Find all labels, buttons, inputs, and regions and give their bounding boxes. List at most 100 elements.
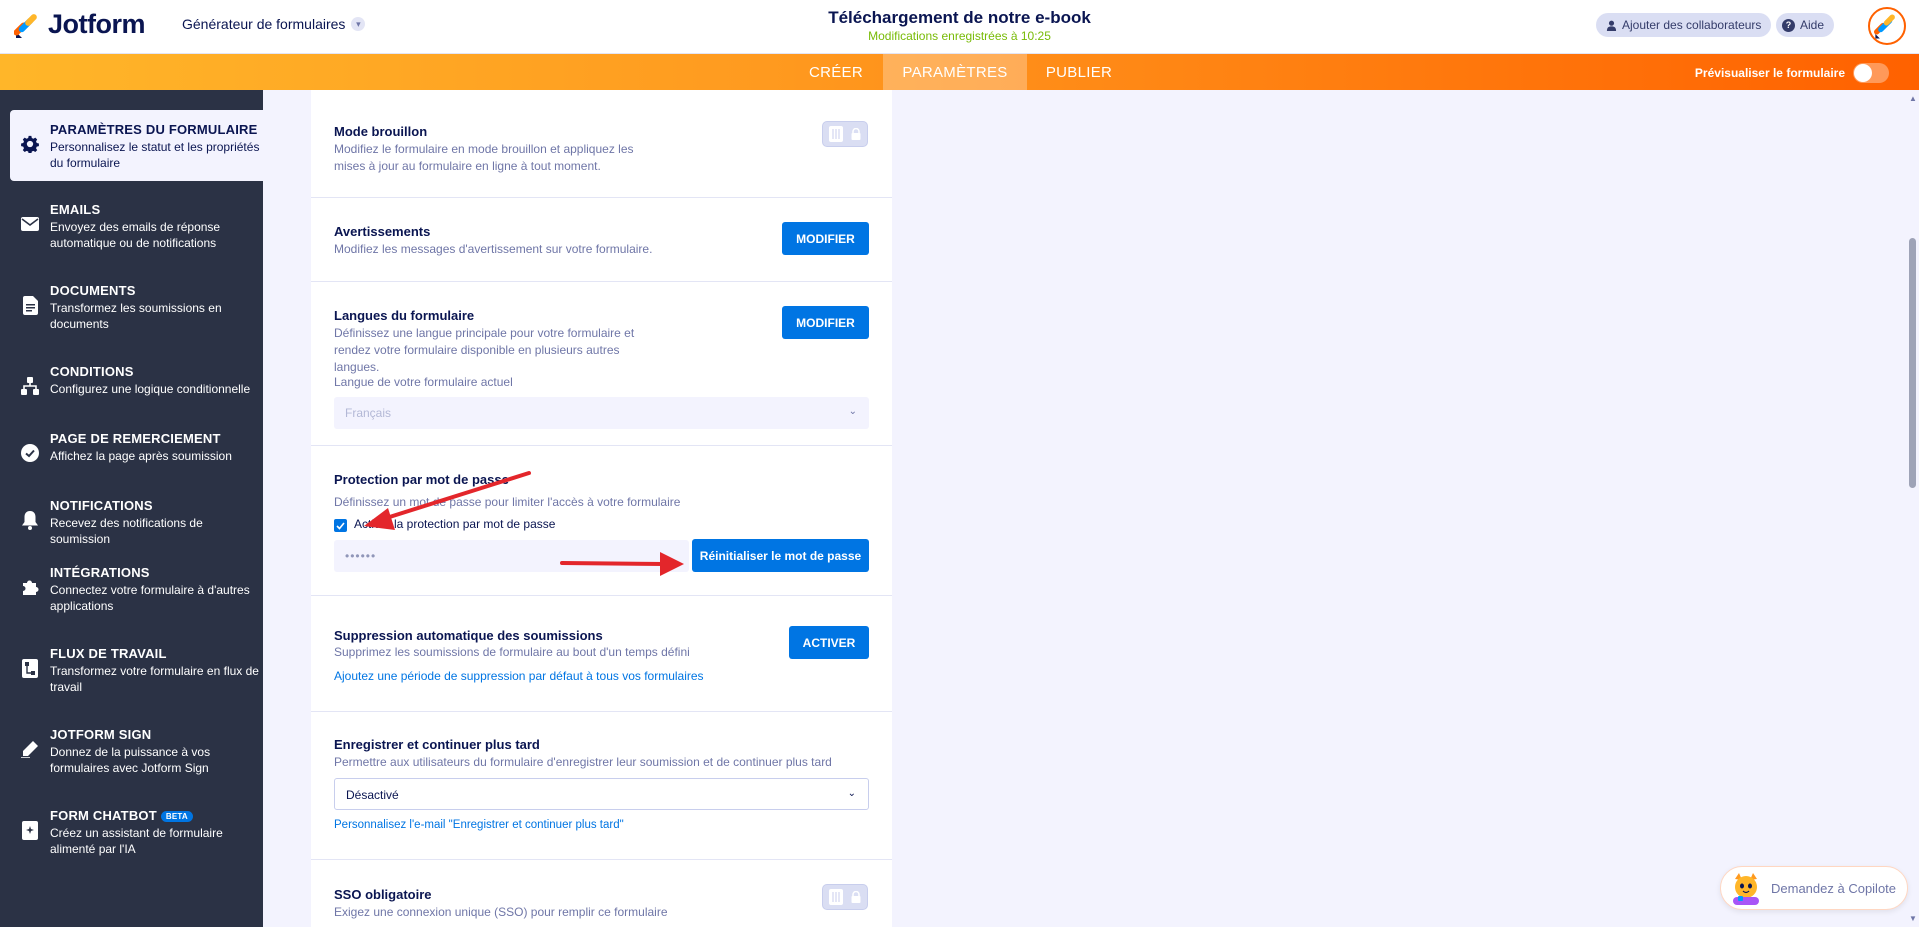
sidebar-item-documents[interactable]: DOCUMENTS Transformez les soumissions en…	[10, 271, 263, 343]
password-desc: Définissez un mot de passe pour limiter …	[334, 495, 681, 509]
copilot-label: Demandez à Copilote	[1771, 880, 1897, 896]
sso-desc: Exigez une connexion unique (SSO) pour r…	[334, 905, 668, 919]
page-scrollbar[interactable]: ▲ ▼	[1907, 90, 1919, 927]
save-continue-email-link[interactable]: Personnalisez l'e-mail "Enregistrer et c…	[334, 819, 624, 831]
scroll-up-arrow-icon[interactable]: ▲	[1909, 94, 1917, 103]
preview-switch[interactable]	[1853, 63, 1889, 83]
warnings-edit-button[interactable]: MODIFIER	[782, 222, 869, 255]
sidebar-item-desc: Personnalisez le statut et les propriété…	[50, 140, 260, 170]
save-continue-desc: Permettre aux utilisateurs du formulaire…	[334, 755, 832, 769]
bell-icon	[20, 510, 40, 530]
scroll-down-arrow-icon[interactable]: ▼	[1909, 914, 1917, 923]
settings-sidebar: PARAMÈTRES DU FORMULAIRE Personnalisez l…	[0, 90, 263, 927]
sso-title: SSO obligatoire	[334, 887, 432, 902]
password-checkbox-label[interactable]: Activer la protection par mot de passe	[354, 516, 555, 533]
auto-delete-default-link[interactable]: Ajoutez une période de suppression par d…	[334, 669, 704, 683]
sidebar-item-title: FLUX DE TRAVAIL	[50, 646, 167, 661]
jotform-logo[interactable]: Jotform	[14, 9, 146, 40]
warnings-section: Avertissements Modifiez les messages d'a…	[311, 198, 892, 282]
help-button[interactable]: ? Aide	[1776, 13, 1835, 37]
sidebar-item-desc: Configurez une logique conditionnelle	[50, 382, 251, 396]
scroll-thumb[interactable]	[1909, 238, 1916, 488]
languages-desc: Définissez une langue principale pour vo…	[334, 326, 635, 374]
sidebar-item-desc: Recevez des notifications de soumission	[50, 516, 203, 546]
tab-publish[interactable]: PUBLIER	[1033, 54, 1125, 90]
draft-mode-title: Mode brouillon	[334, 124, 428, 139]
sidebar-item-desc: Transformez votre formulaire en flux de …	[50, 664, 259, 694]
user-icon	[1606, 20, 1617, 31]
sidebar-item-desc: Créez un assistant de formulaire aliment…	[50, 826, 223, 856]
chevron-down-icon: ⌄	[848, 406, 857, 417]
pen-icon	[20, 739, 40, 759]
lock-icon	[851, 891, 861, 903]
sidebar-item-desc: Donnez de la puissance à vos formulaires…	[50, 745, 211, 775]
auto-delete-activate-button[interactable]: ACTIVER	[789, 626, 869, 659]
languages-edit-button[interactable]: MODIFIER	[782, 306, 869, 339]
reset-password-button[interactable]: Réinitialiser le mot de passe	[692, 539, 869, 572]
sidebar-item-integrations[interactable]: INTÉGRATIONS Connectez votre formulaire …	[10, 553, 263, 625]
avatar[interactable]	[1868, 7, 1906, 45]
sidebar-item-title: FORM CHATBOT BETA	[50, 808, 193, 823]
password-section: Protection par mot de passe Définissez u…	[311, 446, 892, 596]
sidebar-item-title: CONDITIONS	[50, 364, 134, 379]
document-icon	[20, 295, 40, 315]
languages-section: Langues du formulaire Définissez une lan…	[311, 282, 892, 446]
sidebar-item-desc: Connectez votre formulaire à d'autres ap…	[50, 583, 250, 613]
add-collaborators-label: Ajouter des collaborateurs	[1622, 18, 1762, 32]
help-label: Aide	[1800, 18, 1825, 32]
sidebar-item-form-settings[interactable]: PARAMÈTRES DU FORMULAIRE Personnalisez l…	[10, 110, 263, 181]
chevron-down-icon: ⌄	[847, 788, 856, 799]
draft-mode-desc: Modifiez le formulaire en mode brouillon…	[334, 142, 634, 173]
beta-badge: BETA	[160, 811, 193, 823]
sso-section: SSO obligatoire Exigez une connexion uni…	[311, 860, 892, 927]
sidebar-item-desc: Affichez la page après soumission	[50, 449, 232, 463]
auto-delete-title: Suppression automatique des soumissions	[334, 628, 603, 643]
current-language-value: Français	[345, 406, 392, 420]
password-checkbox[interactable]	[334, 519, 347, 532]
tab-settings[interactable]: PARAMÈTRES	[883, 54, 1027, 90]
envelope-icon	[20, 214, 40, 234]
save-continue-title: Enregistrer et continuer plus tard	[334, 737, 540, 752]
sidebar-item-desc: Envoyez des emails de réponse automatiqu…	[50, 220, 221, 250]
check-circle-icon	[20, 443, 40, 463]
tab-create[interactable]: CRÉER	[795, 54, 877, 90]
sidebar-item-desc: Transformez les soumissions en documents	[50, 301, 222, 331]
sidebar-item-title: JOTFORM SIGN	[50, 727, 152, 742]
builder-dropdown[interactable]: Générateur de formulaires ▾	[182, 16, 366, 32]
avatar-logo-icon	[1873, 14, 1895, 39]
sidebar-item-title: EMAILS	[50, 202, 101, 217]
main-nav: CRÉER PARAMÈTRES PUBLIER Prévisualiser l…	[0, 54, 1919, 90]
add-collaborators-button[interactable]: Ajouter des collaborateurs	[1596, 13, 1772, 37]
sidebar-item-thank-you-page[interactable]: PAGE DE REMERCIEMENT Affichez la page ap…	[10, 419, 263, 491]
copilot-mascot-icon	[1733, 873, 1759, 905]
annotation-arrows	[364, 471, 684, 576]
toggle-handle-icon	[829, 889, 843, 905]
chatbot-icon	[20, 820, 40, 840]
top-bar: Jotform Générateur de formulaires ▾ Télé…	[0, 0, 1919, 54]
draft-mode-toggle[interactable]	[822, 121, 868, 147]
sidebar-item-workflows[interactable]: FLUX DE TRAVAIL Transformez votre formul…	[10, 634, 263, 706]
settings-panel: Mode brouillon Modifiez le formulaire en…	[311, 90, 892, 927]
sidebar-item-form-chatbot[interactable]: FORM CHATBOT BETA Créez un assistant de f…	[10, 796, 263, 868]
builder-label: Générateur de formulaires	[182, 16, 346, 32]
question-icon: ?	[1782, 18, 1795, 32]
logo-text: Jotform	[48, 9, 146, 39]
password-input[interactable]: ••••••	[334, 540, 689, 572]
jotform-logo-icon	[14, 13, 37, 38]
sso-toggle[interactable]	[822, 884, 868, 910]
save-continue-select[interactable]: Désactivé ⌄	[334, 778, 869, 810]
warnings-title: Avertissements	[334, 224, 431, 239]
sidebar-item-jotform-sign[interactable]: JOTFORM SIGN Donnez de la puissance à vo…	[10, 715, 263, 787]
sidebar-item-conditions[interactable]: CONDITIONS Configurez une logique condit…	[10, 352, 263, 424]
preview-toggle[interactable]: Prévisualiser le formulaire	[1695, 63, 1889, 83]
gear-icon	[20, 134, 40, 154]
form-title[interactable]: Téléchargement de notre e-book	[828, 8, 1091, 28]
workflow-icon	[20, 658, 40, 678]
save-continue-value: Désactivé	[346, 788, 399, 802]
checkmark-icon	[336, 521, 345, 530]
auto-delete-desc: Supprimez les soumissions de formulaire …	[334, 645, 690, 659]
hierarchy-icon	[20, 376, 40, 396]
sidebar-item-emails[interactable]: EMAILS Envoyez des emails de réponse aut…	[10, 190, 263, 262]
sidebar-item-notifications[interactable]: NOTIFICATIONS Recevez des notifications …	[10, 486, 263, 558]
copilot-button[interactable]: Demandez à Copilote	[1720, 866, 1908, 910]
